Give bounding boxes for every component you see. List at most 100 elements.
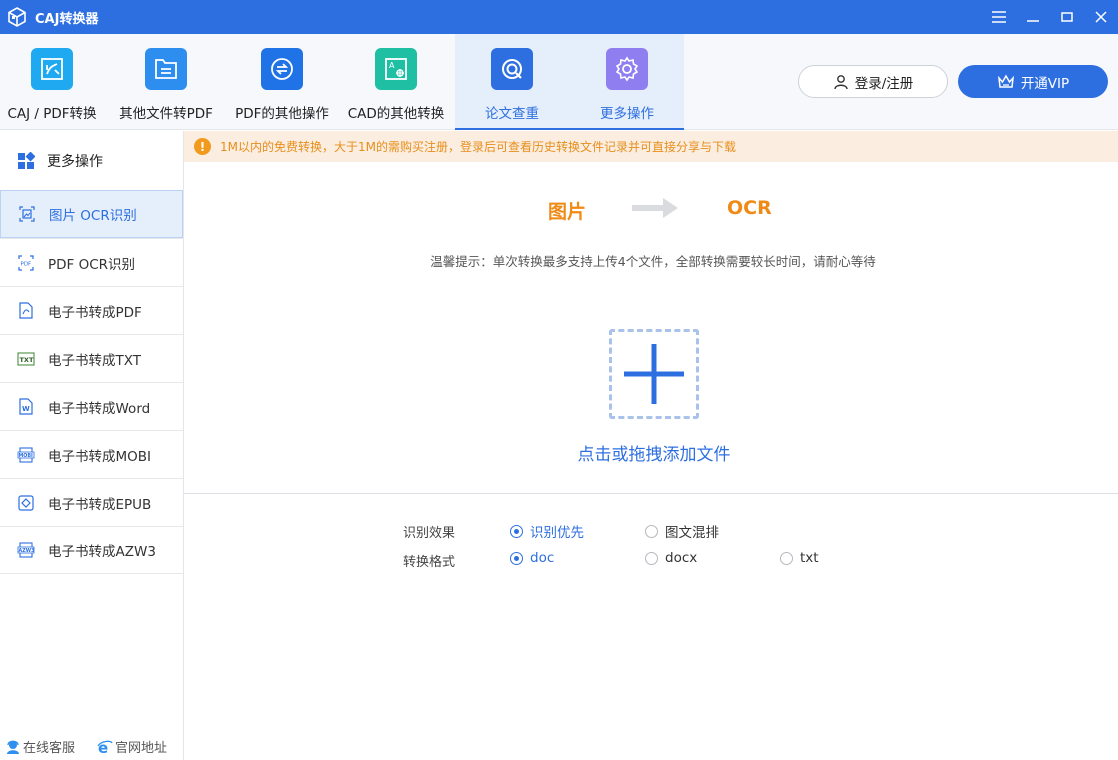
notice-text: 1M以内的免费转换，大于1M的需购买注册，登录后可查看历史转换文件记录并可直接分… [220,140,736,154]
tool-pdf-other[interactable]: PDF的其他操作 [228,34,336,130]
tool-caj-pdf[interactable]: CAJ / PDF转换 [0,34,104,130]
sidebar-header: 更多操作 [0,131,183,190]
sidebar-footer: 在线客服 e 官网地址 [0,737,184,756]
pdf-ocr-icon: PDF [17,254,35,272]
sidebar-item-label: PDF OCR识别 [48,256,136,273]
ebook-azw3-icon: AZW3 [17,541,35,559]
pdf-swap-icon [261,48,303,90]
grid-icon [18,151,35,169]
login-button[interactable]: 登录/注册 [798,65,948,98]
crown-icon [997,74,1014,88]
format-radio-txt[interactable]: txt [780,550,819,566]
sidebar-item-label: 电子书转成TXT [48,352,142,369]
tool-label: CAD的其他转换 [347,106,445,122]
sidebar-item-image-ocr[interactable]: 图片 OCR识别 [0,190,183,238]
svg-text:AZW3: AZW3 [19,548,35,554]
plus-icon [624,344,684,404]
online-service-label: 在线客服 [23,741,76,756]
title-bar: CAJ转换器 [0,0,1118,34]
ebook-mobi-icon: MOBI [17,446,35,464]
radio-label: 识别优先 [530,525,584,541]
svg-text:MOBI: MOBI [19,453,34,459]
effect-radio-priority[interactable]: 识别优先 [510,521,584,541]
sidebar-item-label: 电子书转成PDF [48,304,142,321]
tool-cad-other[interactable]: A CAD的其他转换 [342,34,450,130]
radio-label: 图文混排 [665,525,719,541]
radio-dot [645,524,658,538]
sidebar: 更多操作 图片 OCR识别 PDF PDF OCR识别 电子书转成PDF TXT… [0,131,184,760]
sidebar-item-ebook-azw3[interactable]: AZW3 电子书转成AZW3 [0,526,183,574]
sidebar-item-ebook-epub[interactable]: 电子书转成EPUB [0,478,183,526]
browser-e-icon: e [97,739,113,755]
gear-icon [606,48,648,90]
sidebar-item-label: 图片 OCR识别 [49,208,137,224]
sidebar-item-label: 电子书转成EPUB [48,496,152,513]
conversion-target: OCR [727,197,772,219]
tool-paper-check-overlay[interactable]: 论文查重 [455,34,569,130]
tool-label: PDF的其他操作 [235,106,329,122]
warning-icon: ! [194,138,211,155]
user-icon [834,74,848,89]
website-link[interactable]: e 官网地址 [97,737,167,756]
svg-text:A: A [389,61,395,70]
login-label: 登录/注册 [854,75,914,92]
sidebar-item-ebook-txt[interactable]: TXT 电子书转成TXT [0,334,183,382]
tool-more-ops[interactable]: 更多操作 [570,34,684,130]
ebook-txt-icon: TXT [17,350,35,368]
svg-text:W: W [22,405,30,413]
svg-text:PDF: PDF [21,261,32,267]
radio-label: txt [800,550,819,566]
radio-label: docx [665,550,698,566]
radio-dot [645,551,658,565]
sidebar-item-ebook-mobi[interactable]: MOBI 电子书转成MOBI [0,430,183,478]
effect-radio-mixed[interactable]: 图文混排 [645,521,719,541]
minimize-icon[interactable] [1016,0,1050,34]
format-radio-docx[interactable]: docx [645,550,697,566]
caj-pdf-icon [31,48,73,90]
tool-label: CAJ / PDF转换 [7,106,97,122]
notice-bar: ! 1M以内的免费转换，大于1M的需购买注册，登录后可查看历史转换文件记录并可直… [184,131,1118,162]
tool-other-to-pdf[interactable]: 其他文件转PDF [110,34,222,130]
sidebar-item-label: 电子书转成Word [48,400,151,417]
vip-button[interactable]: 开通VIP [958,65,1108,98]
sidebar-item-pdf-ocr[interactable]: PDF PDF OCR识别 [0,238,183,286]
website-label: 官网地址 [115,741,168,756]
tool-label: 更多操作 [600,106,654,122]
ebook-epub-icon [17,494,35,512]
format-radio-doc[interactable]: doc [510,550,554,566]
online-service-link[interactable]: 在线客服 [5,737,75,756]
add-file-label[interactable]: 点击或拖拽添加文件 [184,440,1118,465]
radio-label: doc [530,550,555,566]
sidebar-item-label: 电子书转成AZW3 [48,544,156,560]
ebook-word-icon: W [17,398,35,416]
section-divider [184,493,1118,494]
svg-text:TXT: TXT [20,356,34,364]
radio-dot [510,524,523,538]
conversion-source: 图片 [548,201,587,223]
window-controls [982,0,1118,34]
magnifier-icon [491,48,533,90]
radio-dot [780,551,793,565]
ebook-pdf-icon [17,302,35,320]
close-icon[interactable] [1084,0,1118,34]
format-label: 转换格式 [403,555,456,570]
effect-label: 识别效果 [403,526,456,541]
app-title: CAJ转换器 [35,11,99,27]
radio-dot [510,551,523,565]
sidebar-item-ebook-pdf[interactable]: 电子书转成PDF [0,286,183,334]
file-drop-zone[interactable] [609,329,699,419]
cad-drawing-icon: A [375,48,417,90]
sidebar-list: 图片 OCR识别 PDF PDF OCR识别 电子书转成PDF TXT 电子书转… [0,190,183,574]
sidebar-header-label: 更多操作 [47,153,103,170]
maximize-icon[interactable] [1050,0,1084,34]
sidebar-item-ebook-word[interactable]: W 电子书转成Word [0,382,183,430]
tip-text: 温馨提示：单次转换最多支持上传4个文件，全部转换需要较长时间，请耐心等待 [430,254,876,269]
arrow-right-icon [632,198,678,218]
image-ocr-icon [18,205,36,223]
app-logo-icon [8,7,26,27]
sidebar-item-label: 电子书转成MOBI [48,448,152,465]
menu-icon[interactable] [982,0,1016,34]
customer-service-icon [7,740,19,754]
vip-label: 开通VIP [1020,75,1070,92]
main-toolbar: CAJ / PDF转换 其他文件转PDF PDF的其他操作 A CAD的其他转换… [0,34,1118,130]
